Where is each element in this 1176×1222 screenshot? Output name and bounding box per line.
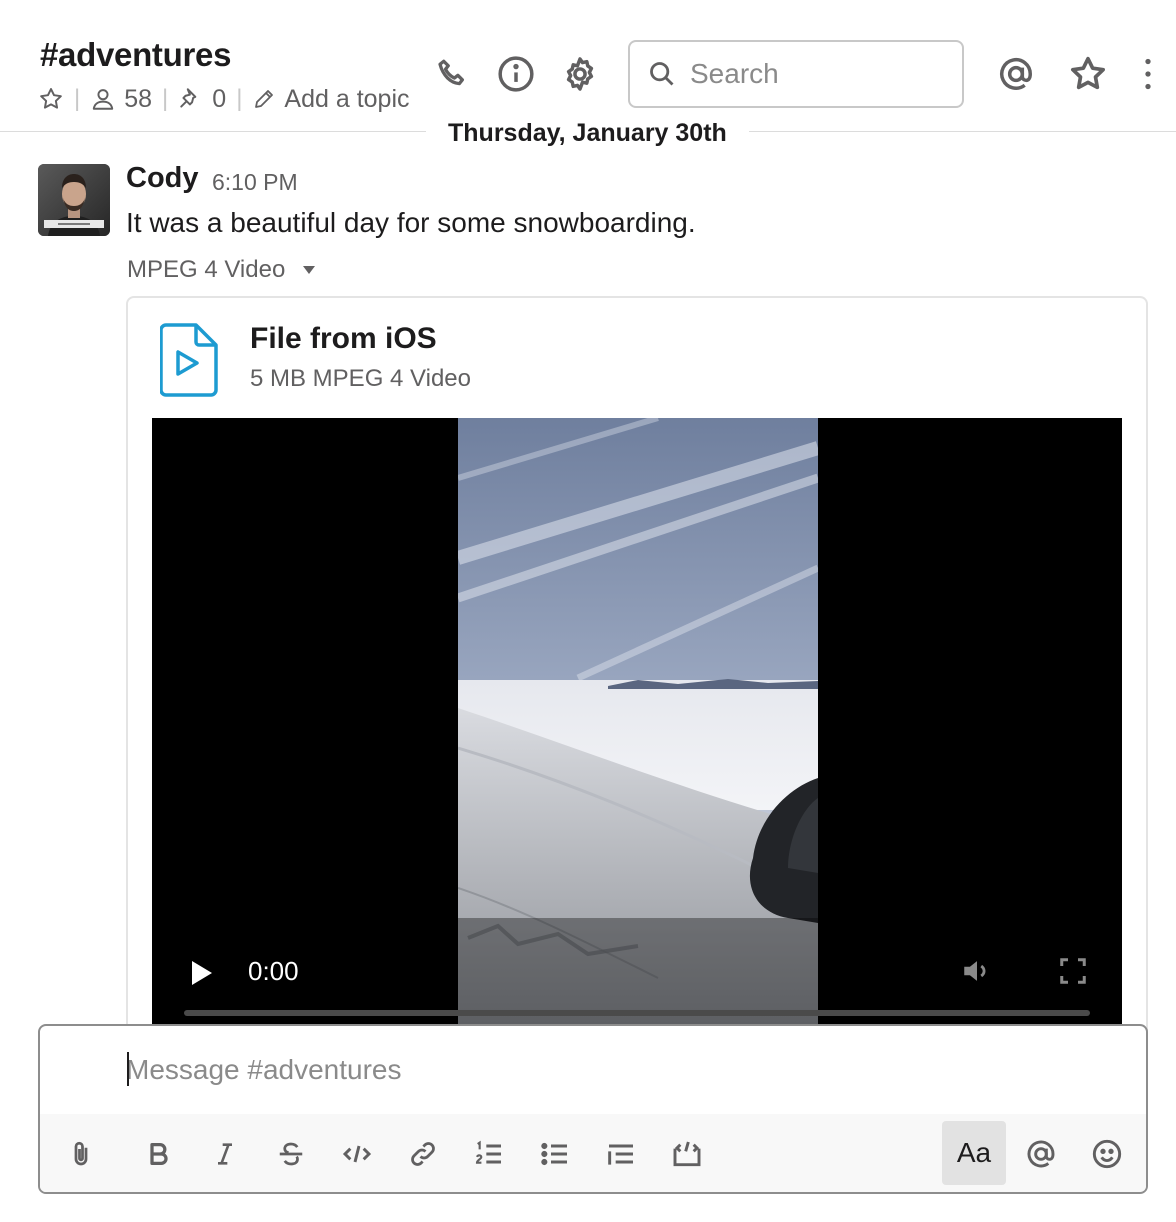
link-button[interactable] (398, 1128, 448, 1180)
phone-icon (438, 59, 464, 86)
video-current-time: 0:00 (248, 956, 299, 986)
channel-details-button[interactable] (496, 54, 536, 94)
message-input[interactable] (126, 1050, 1126, 1090)
formatting-toolbar: Aa (40, 1114, 1146, 1192)
attachment-type-label: MPEG 4 Video (127, 256, 286, 283)
bulleted-list-icon (541, 1142, 567, 1166)
strikethrough-button[interactable] (266, 1128, 316, 1180)
members-count: 58 (124, 84, 153, 113)
volume-icon (964, 961, 986, 981)
info-icon (498, 56, 534, 92)
paperclip-icon (74, 1141, 88, 1166)
avatar[interactable] (38, 164, 110, 236)
emoji-icon (1092, 1139, 1122, 1169)
link-icon (411, 1142, 435, 1166)
pinned-count: 0 (212, 84, 227, 113)
bold-icon (150, 1143, 168, 1165)
emoji-button[interactable] (1082, 1128, 1132, 1180)
blockquote-icon (608, 1144, 633, 1165)
separator: | (74, 85, 81, 112)
code-block-button[interactable] (662, 1128, 712, 1180)
fullscreen-button[interactable] (1058, 956, 1088, 986)
strikethrough-icon (279, 1142, 303, 1166)
caret-down-icon (303, 266, 316, 274)
starred-items-button[interactable] (1068, 54, 1108, 94)
separator: | (162, 85, 169, 112)
star-outline-icon (40, 88, 62, 109)
italic-icon (218, 1143, 232, 1165)
avatar-image (38, 164, 110, 236)
message-sender[interactable]: Cody (126, 162, 199, 195)
attach-file-button[interactable] (56, 1128, 106, 1180)
date-divider: Thursday, January 30th (426, 114, 749, 152)
file-details: 5 MB MPEG 4 Video (250, 365, 471, 392)
gear-icon (566, 57, 594, 91)
pinned-button[interactable]: 0 (178, 85, 226, 114)
channel-header: #adventures | 58 | 0 | Add a topic (0, 0, 1176, 132)
star-icon (1071, 56, 1105, 90)
search-input[interactable] (690, 58, 930, 90)
favorite-star-button[interactable] (38, 86, 64, 112)
play-button[interactable] (188, 958, 216, 988)
search-box[interactable] (628, 40, 964, 108)
channel-title[interactable]: #adventures (40, 36, 231, 74)
text-format-toggle-button[interactable]: Aa (942, 1121, 1006, 1185)
mention-icon (1027, 1140, 1055, 1168)
bold-button[interactable] (134, 1128, 184, 1180)
add-topic-label: Add a topic (284, 84, 410, 113)
file-name[interactable]: File from iOS (250, 322, 437, 356)
ordered-list-button[interactable] (464, 1128, 514, 1180)
message-composer: Aa (38, 1024, 1148, 1194)
at-sign-icon (1000, 58, 1032, 90)
add-topic-button[interactable]: Add a topic (252, 84, 410, 114)
message-timestamp[interactable]: 6:10 PM (212, 169, 298, 196)
call-button[interactable] (432, 54, 472, 94)
pin-icon (180, 88, 197, 108)
blockquote-button[interactable] (596, 1128, 646, 1180)
text-cursor (127, 1052, 129, 1086)
members-button[interactable]: 58 (90, 85, 152, 114)
mentions-button[interactable] (996, 54, 1036, 94)
message-text: It was a beautiful day for some snowboar… (126, 207, 696, 238)
more-vertical-icon (1145, 58, 1151, 90)
play-icon (192, 961, 212, 985)
attachment-type-toggle[interactable]: MPEG 4 Video (127, 256, 316, 284)
channel-settings-button[interactable] (560, 54, 600, 94)
separator: | (236, 85, 243, 112)
code-button[interactable] (332, 1128, 382, 1180)
volume-button[interactable] (960, 954, 994, 988)
code-icon (342, 1145, 372, 1163)
search-icon (650, 62, 674, 86)
pencil-icon (255, 90, 274, 108)
code-block-icon (673, 1141, 701, 1167)
file-attachment-card[interactable]: File from iOS 5 MB MPEG 4 Video 0:00 (126, 296, 1148, 1056)
fullscreen-icon (1060, 958, 1086, 984)
bulleted-list-button[interactable] (530, 1128, 580, 1180)
more-actions-button[interactable] (1128, 54, 1168, 94)
person-icon (93, 89, 114, 110)
italic-button[interactable] (200, 1128, 250, 1180)
ordered-list-icon (475, 1140, 501, 1164)
mention-button[interactable] (1016, 1128, 1066, 1180)
video-controls: 0:00 (152, 928, 1122, 1028)
video-file-icon (159, 322, 220, 398)
video-progress-bar[interactable] (184, 1010, 1090, 1016)
video-player[interactable]: 0:00 (152, 418, 1122, 1028)
channel-meta: | 58 | 0 | Add a topic (38, 84, 410, 114)
